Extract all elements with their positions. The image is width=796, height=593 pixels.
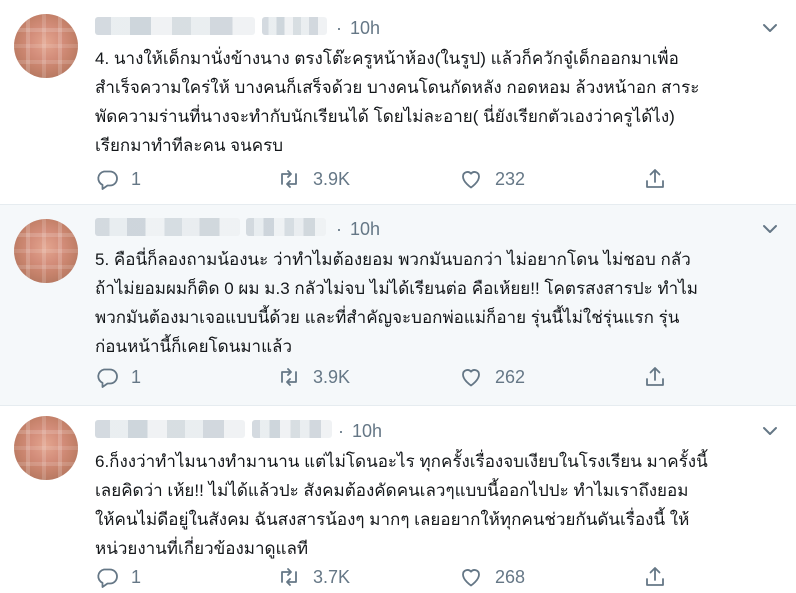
retweet-icon [281, 568, 297, 586]
avatar[interactable] [14, 219, 78, 283]
tweet-text-line: เลยคิดว่า เห้ย!! ไม่ได้แล้วปะ สังคมต้องค… [95, 481, 689, 500]
reply-button[interactable]: 1 [95, 166, 141, 192]
like-button[interactable]: 268 [459, 564, 525, 590]
heart-icon [462, 569, 480, 587]
retweet-button[interactable]: 3.9K [277, 364, 350, 390]
tweet-item[interactable]: · 10h 6.ก็งงว่าทำไมนางทำมานาน แต่ไม่โดนอ… [0, 406, 796, 593]
retweet-count: 3.7K [313, 566, 351, 587]
chevron-down-icon[interactable] [762, 425, 778, 437]
share-button[interactable] [643, 564, 667, 590]
blurred-user-name[interactable] [95, 17, 255, 35]
tweet-actions: 1 3.7K 268 [95, 564, 785, 590]
tweet-text-line: สำเร็จความใคร่ให้ บางคนก็เสร็จด้วย บางคน… [95, 78, 700, 97]
retweet-button[interactable]: 3.9K [277, 166, 350, 192]
reply-icon [97, 568, 118, 588]
heart-icon [462, 171, 480, 189]
tweet-text: 4. นางให้เด็กมานั่งข้างนาง ตรงโต๊ะครูหน้… [95, 44, 785, 160]
tweet-time[interactable]: 10h [350, 219, 380, 239]
tweet-item[interactable]: · 10h 5. คือนี่ก็ลองถามน้องนะ ว่าทำไมต้อ… [0, 205, 796, 406]
like-count: 232 [495, 168, 526, 189]
share-icon [646, 367, 664, 386]
tweet-text-line: ก่อนหน้านี้ก็เคยโดนมาแล้ว [95, 337, 293, 356]
tweet-text: 5. คือนี่ก็ลองถามน้องนะ ว่าทำไมต้องยอม พ… [95, 245, 785, 361]
blurred-user-handle [262, 17, 327, 35]
tweet-thread: · 10h 4. นางให้เด็กมานั่งข้างนาง ตรงโต๊ะ… [0, 0, 796, 593]
reply-count: 1 [131, 366, 142, 387]
share-icon [646, 567, 664, 586]
tweet-text: 6.ก็งงว่าทำไมนางทำมานาน แต่ไม่โดนอะไร ทุ… [95, 447, 785, 563]
tweet-text-line: 6.ก็งงว่าทำไมนางทำมานาน แต่ไม่โดนอะไร ทุ… [95, 452, 708, 471]
blurred-user-handle [246, 218, 326, 236]
like-button[interactable]: 232 [459, 166, 525, 192]
heart-icon [462, 369, 480, 387]
tweet-text-line: พัดความร่านที่นางจะทำกับนักเรียนได้ โดยไ… [95, 107, 675, 126]
separator-dot: · [336, 219, 342, 239]
tweet-text-line: หน่วยงานที่เกี่ยวข้องมาดูแลที [95, 539, 309, 558]
reply-icon [97, 170, 118, 190]
tweet-text-line: ถ้าไม่ยอมผมก็ติด 0 ผม ม.3 กลัวไม่จบ ไม่ไ… [95, 279, 698, 298]
separator-dot: · [336, 18, 342, 38]
separator-dot: · [338, 421, 344, 441]
tweet-time[interactable]: 10h [350, 18, 380, 38]
blurred-user-name[interactable] [95, 420, 245, 438]
tweet-actions: 1 3.9K 262 [95, 364, 785, 390]
retweet-button[interactable]: 3.7K [277, 564, 350, 590]
tweet-time[interactable]: 10h [352, 421, 382, 441]
chevron-down-icon[interactable] [762, 223, 778, 235]
share-button[interactable] [643, 166, 667, 192]
tweet-text-line: 5. คือนี่ก็ลองถามน้องนะ ว่าทำไมต้องยอม พ… [95, 250, 691, 269]
share-icon [646, 169, 664, 188]
share-button[interactable] [643, 364, 667, 390]
tweet-actions: 1 3.9K 232 [95, 166, 785, 192]
chevron-down-icon[interactable] [762, 22, 778, 34]
avatar[interactable] [14, 14, 78, 78]
tweet-item[interactable]: · 10h 4. นางให้เด็กมานั่งข้างนาง ตรงโต๊ะ… [0, 0, 796, 205]
tweet-text-line: พวกมันต้องมาเจอแบบนี้ด้วย และที่สำคัญจะบ… [95, 308, 680, 327]
blurred-user-handle [252, 420, 332, 438]
blurred-user-name[interactable] [95, 218, 240, 236]
tweet-text-line: 4. นางให้เด็กมานั่งข้างนาง ตรงโต๊ะครูหน้… [95, 49, 679, 68]
avatar[interactable] [14, 416, 78, 480]
tweet-text-line: เรียกมาทำทีละคน จนครบ [95, 136, 284, 155]
retweet-count: 3.9K [313, 366, 351, 387]
reply-count: 1 [131, 168, 142, 189]
reply-button[interactable]: 1 [95, 364, 141, 390]
like-count: 262 [495, 366, 526, 387]
reply-button[interactable]: 1 [95, 564, 141, 590]
retweet-icon [281, 170, 297, 188]
like-button[interactable]: 262 [459, 364, 525, 390]
tweet-text-line: ให้คนไม่ดีอยู่ในสังคม ฉันสงสารน้องๆ มากๆ… [95, 510, 690, 529]
retweet-icon [281, 368, 297, 386]
retweet-count: 3.9K [313, 168, 351, 189]
reply-count: 1 [131, 566, 142, 587]
like-count: 268 [495, 566, 526, 587]
reply-icon [97, 368, 118, 388]
